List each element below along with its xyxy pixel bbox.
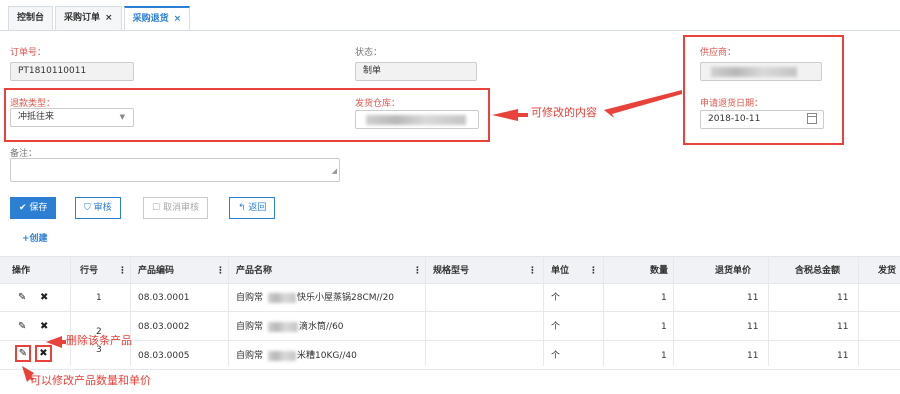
cell-price[interactable]: 11 <box>747 313 758 341</box>
cell-name: 快乐小屋蒸锅28CM//20 <box>297 293 395 303</box>
tab-bar: 控制台 采购订单 × 采购退货 × <box>8 6 192 31</box>
cancel-audit-label: 取消审核 <box>162 203 199 213</box>
cell-qty[interactable]: 1 <box>661 313 667 341</box>
cell-name-prefix: 自购常 <box>236 293 264 303</box>
divider <box>0 30 900 31</box>
cell-unit: 个 <box>551 293 561 303</box>
cell-code: 08.03.0005 <box>138 351 190 361</box>
square-icon: ☐ <box>152 203 161 213</box>
col-header-line[interactable]: 行号 <box>80 257 98 285</box>
annotation-arrows <box>492 90 682 121</box>
col-header-name[interactable]: 产品名称 <box>236 257 272 285</box>
order-no-label: 订单号： <box>10 48 47 58</box>
arrow-right-icon <box>604 90 682 118</box>
table-header: 操作 行号 ⋮ 产品编码 ⋮ 产品名称 ⋮ 规格型号 ⋮ 单位 ⋮ 数量 退货单… <box>0 256 900 284</box>
order-no-field[interactable]: PT1810110011 <box>10 62 134 81</box>
arrow-left-icon <box>492 109 528 121</box>
arrow-up-left-icon <box>46 336 66 348</box>
cell-name-prefix: 自购常 <box>236 351 264 361</box>
blurred-text <box>268 293 296 303</box>
col-header-total[interactable]: 含税总金额 <box>795 257 840 285</box>
back-button[interactable]: ↰ 返回 <box>229 197 276 219</box>
resize-handle-icon[interactable]: ◢ <box>332 163 337 180</box>
status-field: 制单 <box>355 62 477 81</box>
cancel-audit-button[interactable]: ☐ 取消审核 <box>143 197 208 219</box>
tab-label: 采购退货 <box>132 14 169 24</box>
cell-qty[interactable]: 1 <box>661 342 667 370</box>
col-header-price[interactable]: 退货单价 <box>715 257 751 285</box>
annotation-box-supplier-date <box>683 35 844 145</box>
column-menu-icon[interactable]: ⋮ <box>216 257 225 285</box>
blurred-text <box>268 351 296 361</box>
annotation-box-editable <box>4 88 490 142</box>
col-header-ship[interactable]: 发货 <box>878 257 896 285</box>
col-header-qty[interactable]: 数量 <box>650 257 668 285</box>
cell-code: 08.03.0001 <box>138 293 190 303</box>
cell-total: 11 <box>837 322 849 332</box>
col-header-unit[interactable]: 单位 <box>551 257 569 285</box>
cell-price[interactable]: 11 <box>747 342 758 370</box>
save-label: 保存 <box>29 203 48 213</box>
back-label: 返回 <box>248 203 267 213</box>
tab-label: 采购订单 <box>64 13 101 23</box>
blurred-text <box>268 322 298 332</box>
status-label: 状态： <box>355 48 383 58</box>
pencil-icon[interactable]: ✎ <box>18 292 26 303</box>
table-row: ✎ ✖ 3 08.03.0005 自购常 米糟10KG//40 个 1 11 1… <box>0 342 900 370</box>
cell-total: 11 <box>837 293 849 303</box>
cell-name: 米糟10KG//40 <box>297 351 357 361</box>
cell-name: 滴水筒//60 <box>299 322 344 332</box>
cell-name-prefix: 自购常 <box>236 322 264 332</box>
column-menu-icon[interactable]: ⋮ <box>528 257 537 285</box>
arrow-up-icon <box>22 366 34 382</box>
col-header-action: 操作 <box>12 266 31 276</box>
cell-line: 1 <box>96 293 102 303</box>
back-arrow-icon: ↰ <box>238 203 246 213</box>
annotation-arrows <box>22 336 66 382</box>
close-icon[interactable]: × <box>105 13 113 23</box>
tab-label: 控制台 <box>17 13 45 23</box>
cell-unit: 个 <box>551 322 561 332</box>
audit-label: 审核 <box>93 203 112 213</box>
cell-price[interactable]: 11 <box>747 284 758 312</box>
audit-button[interactable]: ⛉ 审核 <box>75 197 121 219</box>
cell-code: 08.03.0002 <box>138 322 190 332</box>
delete-icon[interactable]: ✖ <box>40 292 48 303</box>
cell-total: 11 <box>837 351 849 361</box>
col-header-spec[interactable]: 规格型号 <box>433 257 469 285</box>
column-menu-icon[interactable]: ⋮ <box>589 257 598 285</box>
column-menu-icon[interactable]: ⋮ <box>413 257 422 285</box>
cell-qty[interactable]: 1 <box>661 284 667 312</box>
tab-dashboard[interactable]: 控制台 <box>8 6 54 30</box>
tab-purchase-order[interactable]: 采购订单 × <box>55 6 122 30</box>
shield-icon: ⛉ <box>84 203 91 213</box>
table-row: ✎ ✖ 1 08.03.0001 自购常 快乐小屋蒸锅28CM//20 个 1 … <box>0 284 900 312</box>
tab-purchase-return[interactable]: 采购退货 × <box>123 6 191 31</box>
col-header-code[interactable]: 产品编码 <box>138 257 174 285</box>
cell-unit: 个 <box>551 351 561 361</box>
close-icon[interactable]: × <box>174 14 182 24</box>
note-textarea[interactable]: ◢ <box>10 158 340 182</box>
column-menu-icon[interactable]: ⋮ <box>118 257 127 285</box>
create-button[interactable]: +创建 <box>22 231 48 244</box>
save-button[interactable]: ✔ 保存 <box>10 197 57 219</box>
table-row: ✎ ✖ 2 08.03.0002 自购常 滴水筒//60 个 1 11 11 <box>0 313 900 341</box>
